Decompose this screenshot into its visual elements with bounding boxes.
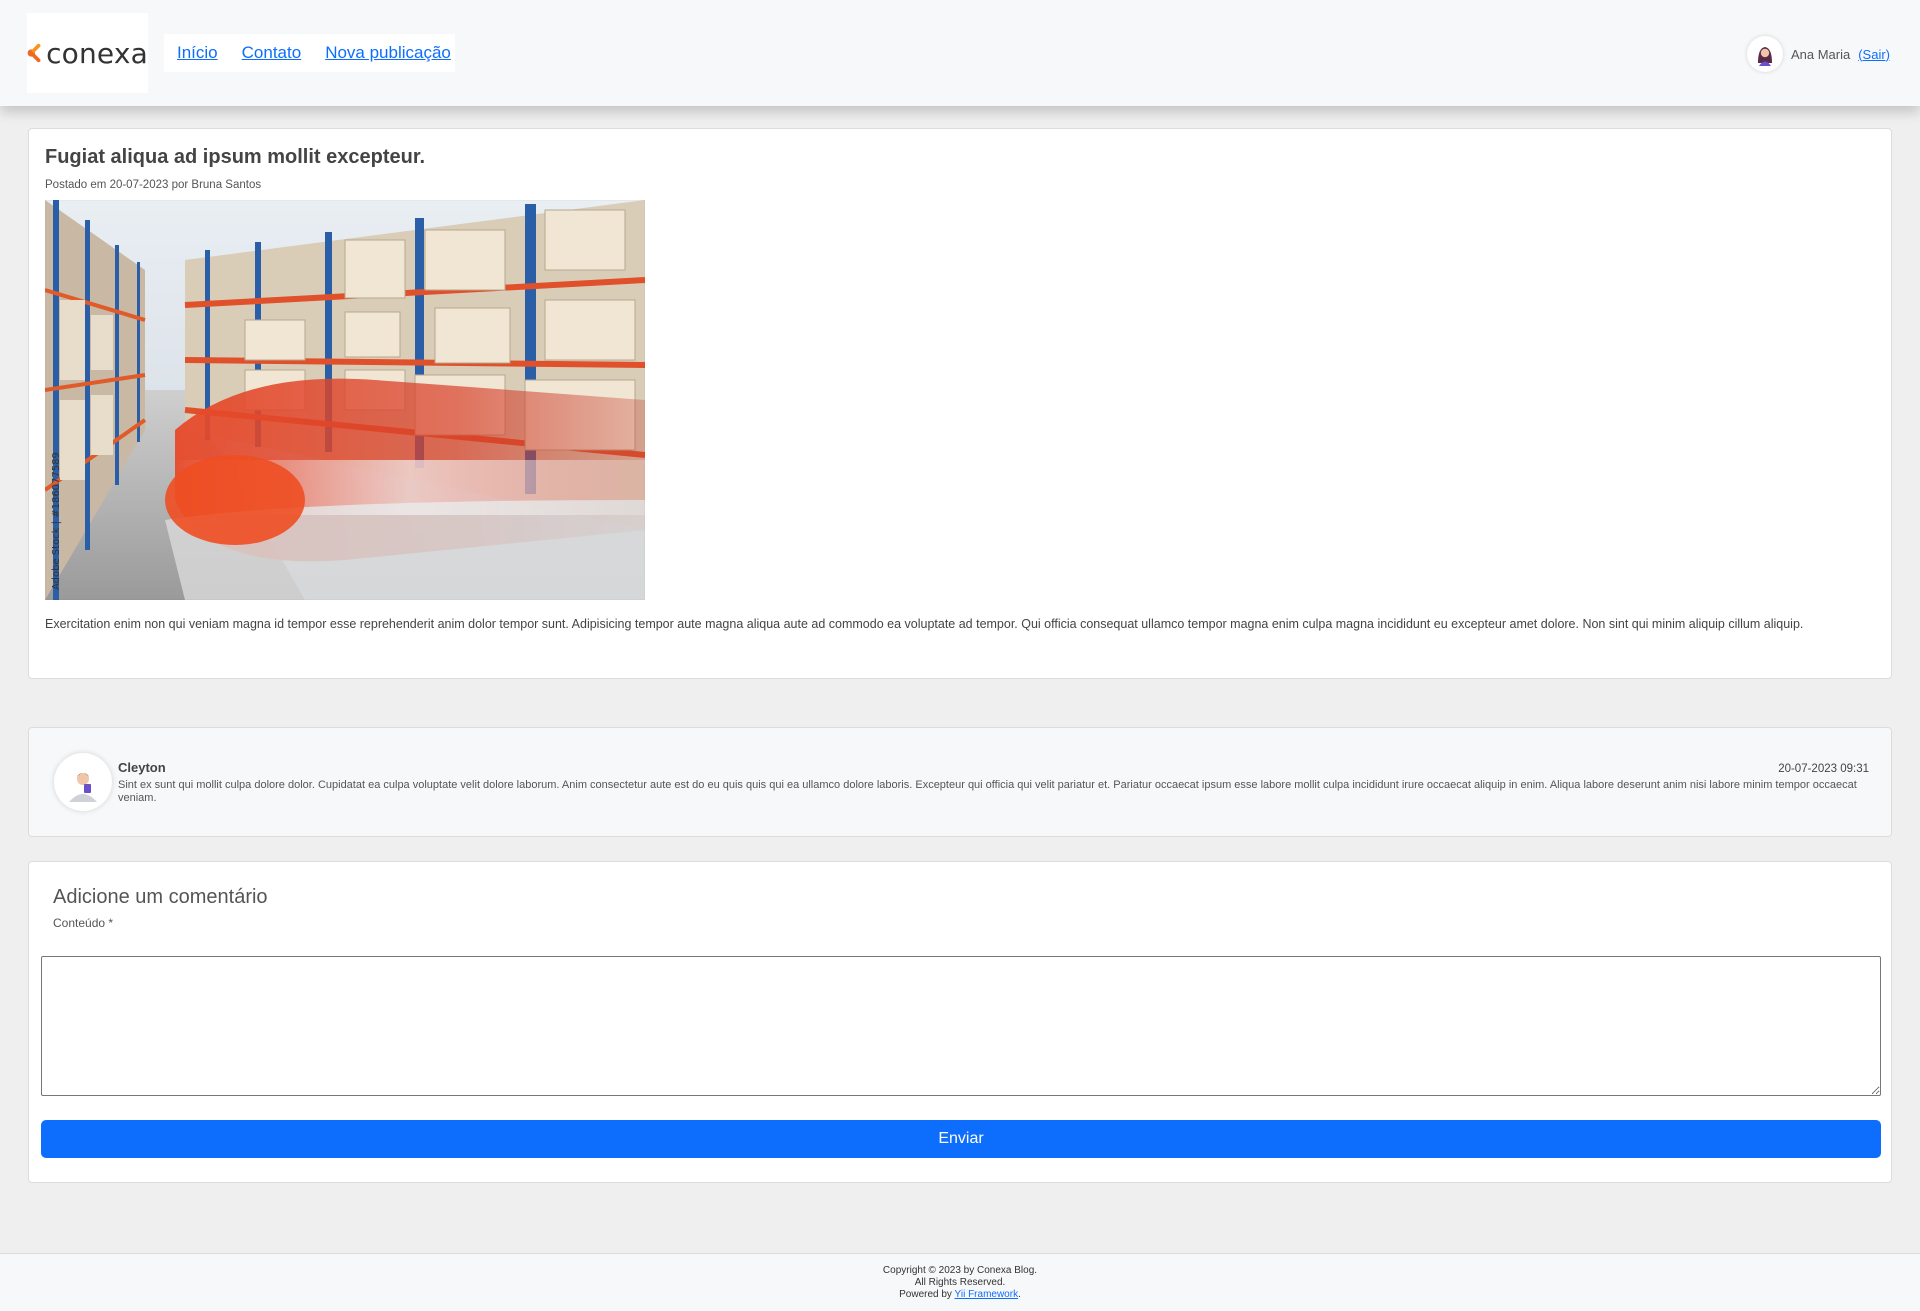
warehouse-photo: Adobe Stock | #186077589 xyxy=(45,200,645,600)
user-avatar xyxy=(1746,36,1783,72)
comment-text: Sint ex sunt qui mollit culpa dolore dol… xyxy=(118,779,1857,804)
image-watermark: Adobe Stock | #186077589 xyxy=(51,452,62,590)
conexa-logo-icon xyxy=(27,43,41,63)
comment-form: Adicione um comentário Conteúdo * Enviar xyxy=(28,861,1892,1183)
comment-author: Cleyton xyxy=(118,760,166,775)
post-image: Adobe Stock | #186077589 xyxy=(45,200,645,600)
post-body: Exercitation enim non qui veniam magna i… xyxy=(45,617,1804,631)
nav-link-contato[interactable]: Contato xyxy=(242,43,302,63)
comment-card: Cleyton 20-07-2023 09:31 Sint ex sunt qu… xyxy=(28,727,1892,837)
footer-powered-prefix: Powered by xyxy=(899,1289,952,1300)
comment-date: 20-07-2023 09:31 xyxy=(1778,763,1869,775)
content-label: Conteúdo * xyxy=(53,916,114,930)
nav-link-inicio[interactable]: Início xyxy=(177,43,218,63)
footer-powered-suffix: . xyxy=(1018,1289,1021,1300)
top-navbar: conexa Início Contato Nova publicação An… xyxy=(0,0,1920,106)
form-title: Adicione um comentário xyxy=(53,886,268,908)
footer: Copyright © 2023 by Conexa Blog. All Rig… xyxy=(0,1253,1920,1311)
commenter-avatar-icon xyxy=(61,760,105,804)
footer-powered: Powered by Yii Framework. xyxy=(0,1289,1920,1301)
logout-link[interactable]: (Sair) xyxy=(1858,47,1890,62)
footer-rights: All Rights Reserved. xyxy=(914,1277,1006,1288)
brand-name: conexa xyxy=(46,36,148,70)
submit-button[interactable]: Enviar xyxy=(41,1120,1881,1158)
commenter-avatar xyxy=(54,753,112,811)
content-textarea[interactable] xyxy=(41,956,1881,1096)
brand-logo[interactable]: conexa xyxy=(27,13,148,93)
main-nav: Início Contato Nova publicação xyxy=(164,34,455,72)
post-title: Fugiat aliqua ad ipsum mollit excepteur. xyxy=(45,146,426,168)
yii-framework-link[interactable]: Yii Framework xyxy=(955,1289,1019,1300)
user-name: Ana Maria xyxy=(1790,46,1851,62)
nav-link-nova-publicacao[interactable]: Nova publicação xyxy=(325,43,451,63)
user-avatar-icon xyxy=(1749,39,1780,69)
footer-copyright: Copyright © 2023 by Conexa Blog. xyxy=(882,1265,1038,1276)
post-card: Fugiat aliqua ad ipsum mollit excepteur.… xyxy=(28,128,1892,679)
user-menu: Ana Maria (Sair) xyxy=(1746,35,1890,73)
post-meta: Postado em 20-07-2023 por Bruna Santos xyxy=(45,179,262,191)
